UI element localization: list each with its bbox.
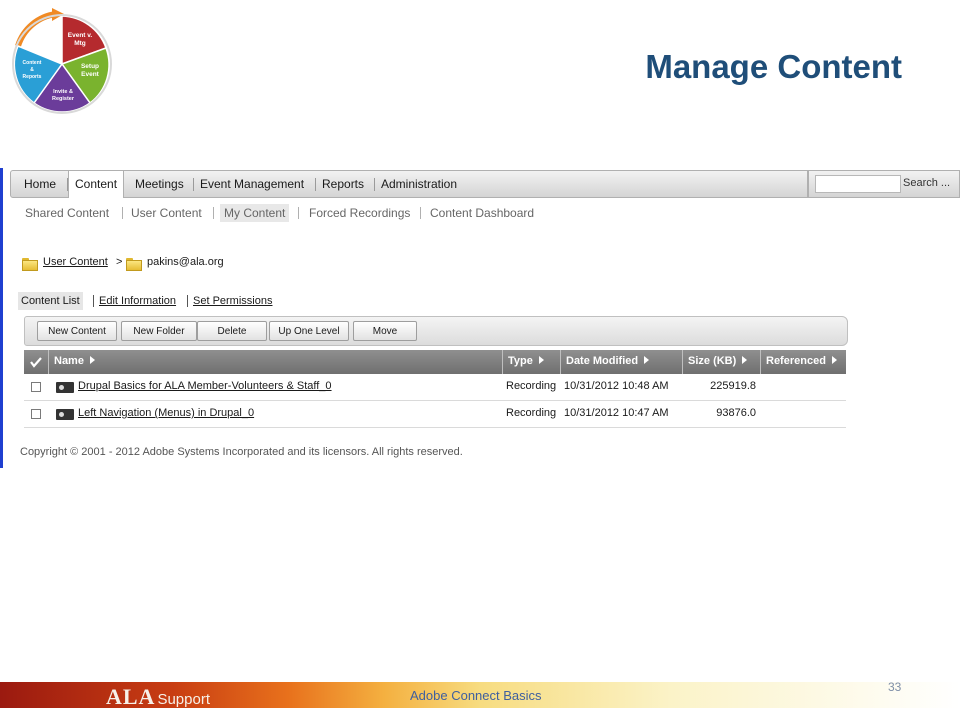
content-toolbar: New Content New Folder Delete Up One Lev… (24, 316, 848, 346)
nav-administration[interactable]: Administration (375, 171, 463, 197)
new-folder-button[interactable]: New Folder (121, 321, 197, 341)
cycle-label-setup-2: Event (81, 71, 100, 78)
content-table: Name Type Date Modified Size (KB) Refere… (24, 350, 846, 428)
up-one-level-button[interactable]: Up One Level (269, 321, 349, 341)
column-header-size[interactable]: Size (KB) (682, 350, 760, 374)
row-type: Recording (506, 380, 557, 392)
cycle-label-invite-2: Register (52, 96, 75, 102)
breadcrumb-current: pakins@ala.org (147, 256, 224, 268)
subnav-my-content[interactable]: My Content (220, 204, 290, 222)
move-button[interactable]: Move (353, 321, 417, 341)
left-accent-bar (0, 168, 3, 468)
nav-reports[interactable]: Reports (316, 171, 370, 197)
row-checkbox[interactable] (31, 409, 41, 419)
search-input[interactable] (815, 175, 901, 193)
subnav-separator (420, 207, 421, 219)
nav-meetings[interactable]: Meetings (129, 171, 190, 197)
sort-arrow-icon (742, 356, 748, 364)
row-name-link[interactable]: Left Navigation (Menus) in Drupal_0 (78, 401, 254, 427)
row-name-link[interactable]: Drupal Basics for ALA Member-Volunteers … (78, 374, 332, 400)
subnav-separator (122, 207, 123, 219)
nav-home[interactable]: Home (18, 171, 62, 197)
subnav-content-dashboard[interactable]: Content Dashboard (426, 204, 538, 222)
page-number: 33 (888, 680, 902, 694)
column-header-date-modified[interactable]: Date Modified (560, 350, 682, 374)
tab-set-permissions[interactable]: Set Permissions (193, 292, 272, 310)
row-date-modified: 10/31/2012 10:48 AM (564, 380, 669, 392)
tab-separator (187, 295, 188, 307)
ala-support-logo: ALA Support (106, 684, 210, 709)
cycle-label-content-2: & (30, 67, 34, 73)
sort-arrow-icon (538, 356, 544, 364)
nav-event-management[interactable]: Event Management (194, 171, 310, 197)
event-cycle-diagram: Event v. Mtg Setup Event Invite & Regist… (12, 8, 112, 114)
row-size: 225919.8 (710, 380, 756, 392)
search-label[interactable]: Search ... (903, 177, 950, 189)
cycle-label-content-1: Content (23, 60, 42, 66)
table-header: Name Type Date Modified Size (KB) Refere… (24, 350, 846, 374)
footer-text: Adobe Connect Basics (410, 688, 542, 703)
delete-button[interactable]: Delete (197, 321, 267, 341)
slide-footer: ALA Support Adobe Connect Basics 33 (0, 678, 960, 720)
subnav-separator (213, 207, 214, 219)
cycle-label-content-3: Reports (23, 74, 42, 80)
sort-arrow-icon (831, 356, 837, 364)
tab-separator (93, 295, 94, 307)
column-header-name[interactable]: Name (48, 350, 502, 374)
nav-content[interactable]: Content (68, 171, 125, 198)
new-content-button[interactable]: New Content (37, 321, 117, 341)
subnav-user-content[interactable]: User Content (127, 204, 206, 222)
check-all-icon[interactable] (24, 350, 48, 374)
copyright-text: Copyright © 2001 - 2012 Adobe Systems In… (20, 446, 463, 458)
subnav-separator (298, 207, 299, 219)
tab-edit-information[interactable]: Edit Information (99, 292, 176, 310)
cycle-label-setup-1: Setup (81, 63, 99, 70)
slide-title: Manage Content (645, 48, 902, 85)
sort-arrow-icon (644, 356, 650, 364)
folder-icon (126, 258, 142, 271)
sort-arrow-icon (89, 356, 95, 364)
subnav-shared-content[interactable]: Shared Content (21, 204, 113, 222)
row-size: 93876.0 (716, 407, 756, 419)
column-header-referenced[interactable]: Referenced (760, 350, 846, 374)
cycle-arrow (15, 11, 57, 48)
folder-icon (22, 258, 38, 271)
recording-icon (56, 382, 74, 393)
row-date-modified: 10/31/2012 10:47 AM (564, 407, 669, 419)
search-area: Search ... (808, 170, 960, 198)
breadcrumb-separator: > (116, 256, 123, 268)
tab-content-list[interactable]: Content List (18, 292, 83, 310)
cycle-label-invite-1: Invite & (53, 89, 73, 95)
table-row: Left Navigation (Menus) in Drupal_0 Reco… (24, 401, 846, 428)
cycle-label-event-2: Mtg (74, 40, 86, 47)
breadcrumb-parent-link[interactable]: User Content (43, 256, 108, 268)
main-nav: Home Content Meetings Event Management R… (10, 170, 808, 198)
table-row: Drupal Basics for ALA Member-Volunteers … (24, 374, 846, 401)
recording-icon (56, 409, 74, 420)
row-checkbox[interactable] (31, 382, 41, 392)
cycle-label-event-1: Event v. (68, 32, 93, 39)
column-header-type[interactable]: Type (502, 350, 560, 374)
row-type: Recording (506, 407, 557, 419)
subnav-forced-recordings[interactable]: Forced Recordings (305, 204, 414, 222)
